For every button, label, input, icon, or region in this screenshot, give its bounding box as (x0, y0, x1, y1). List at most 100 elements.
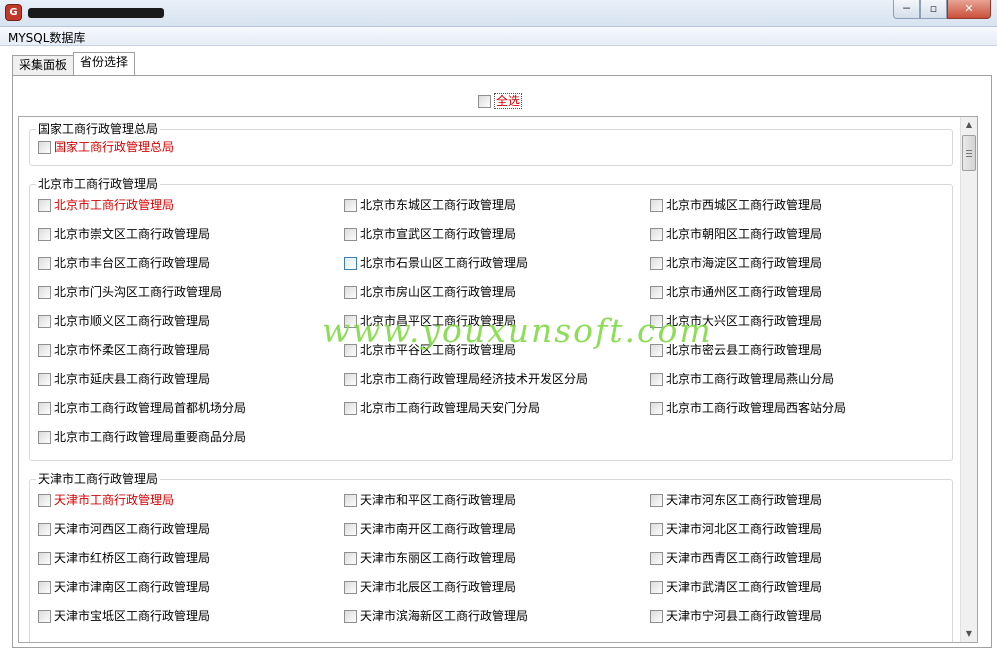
checkbox[interactable] (650, 580, 663, 594)
bureau-checkbox-item[interactable]: 天津市南开区工商行政管理局 (344, 521, 516, 537)
checkbox[interactable] (650, 372, 663, 386)
checkbox[interactable] (38, 609, 51, 623)
checkbox[interactable] (650, 522, 663, 536)
bureau-checkbox-item[interactable]: 北京市工商行政管理局西客站分局 (650, 400, 846, 416)
tab-collect-panel[interactable]: 采集面板 (12, 55, 75, 75)
bureau-checkbox-item[interactable]: 天津市和平区工商行政管理局 (344, 492, 516, 508)
scroll-down-arrow-icon[interactable]: ▼ (961, 626, 977, 642)
scroll-up-arrow-icon[interactable]: ▲ (961, 117, 977, 133)
checkbox[interactable] (38, 227, 51, 241)
bureau-checkbox-item[interactable]: 北京市顺义区工商行政管理局 (38, 313, 210, 329)
bureau-checkbox-item[interactable]: 北京市通州区工商行政管理局 (650, 284, 822, 300)
bureau-checkbox-item[interactable]: 天津市宝坻区工商行政管理局 (38, 608, 210, 624)
checkbox[interactable] (650, 198, 663, 212)
bureau-checkbox-item[interactable]: 北京市石景山区工商行政管理局 (344, 255, 528, 271)
checkbox[interactable] (38, 343, 51, 357)
select-all-checkbox[interactable]: 全选 (478, 93, 523, 109)
checkbox[interactable] (38, 522, 51, 536)
checkbox[interactable] (38, 140, 51, 154)
checkbox[interactable] (344, 609, 357, 623)
bureau-checkbox-item[interactable]: 北京市东城区工商行政管理局 (344, 197, 516, 213)
checkbox[interactable] (650, 493, 663, 507)
menu-item-mysql[interactable]: MYSQL数据库 (8, 29, 85, 46)
bureau-checkbox-item[interactable]: 北京市宣武区工商行政管理局 (344, 226, 516, 242)
checkbox[interactable] (344, 522, 357, 536)
bureau-checkbox-item[interactable]: 天津市河西区工商行政管理局 (38, 521, 210, 537)
select-all-checkbox-box[interactable] (478, 94, 491, 108)
checkbox[interactable] (38, 430, 51, 444)
checkbox[interactable] (650, 343, 663, 357)
checkbox[interactable] (38, 580, 51, 594)
checkbox[interactable] (650, 609, 663, 623)
bureau-list-scroll-area[interactable]: 国家工商行政管理总局 国家工商行政管理总局 北京市工商行政管理局 北京市工商行政管理局… (18, 116, 978, 643)
checkbox[interactable] (38, 285, 51, 299)
checkbox[interactable] (650, 285, 663, 299)
bureau-checkbox-item[interactable]: 北京市平谷区工商行政管理局 (344, 342, 516, 358)
bureau-checkbox-item[interactable]: 北京市工商行政管理局天安门分局 (344, 400, 540, 416)
checkbox[interactable] (38, 551, 51, 565)
bureau-checkbox-item[interactable]: 天津市北辰区工商行政管理局 (344, 579, 516, 595)
checkbox[interactable] (344, 401, 357, 415)
bureau-checkbox-item[interactable]: 天津市工商行政管理局 (38, 492, 174, 508)
checkbox[interactable] (344, 314, 357, 328)
bureau-checkbox-item[interactable]: 北京市工商行政管理局经济技术开发区分局 (344, 371, 588, 387)
bureau-checkbox-item[interactable]: 北京市工商行政管理局重要商品分局 (38, 429, 246, 445)
bureau-checkbox-label: 天津市津南区工商行政管理局 (54, 580, 211, 594)
bureau-checkbox-item[interactable]: 国家工商行政管理总局 (38, 139, 174, 155)
checkbox[interactable] (650, 401, 663, 415)
checkbox[interactable] (344, 580, 357, 594)
bureau-checkbox-item[interactable]: 天津市东丽区工商行政管理局 (344, 550, 516, 566)
vertical-scrollbar[interactable]: ▲ ▼ (960, 117, 977, 642)
checkbox[interactable] (38, 372, 51, 386)
tab-province-select[interactable]: 省份选择 (73, 52, 136, 75)
bureau-checkbox-item[interactable]: 北京市西城区工商行政管理局 (650, 197, 822, 213)
bureau-checkbox-label: 北京市通州区工商行政管理局 (666, 285, 823, 299)
bureau-checkbox-item[interactable]: 北京市朝阳区工商行政管理局 (650, 226, 822, 242)
close-button[interactable]: ✕ (947, 0, 991, 19)
bureau-checkbox-item[interactable]: 天津市河北区工商行政管理局 (650, 521, 822, 537)
bureau-checkbox-item[interactable]: 天津市红桥区工商行政管理局 (38, 550, 210, 566)
bureau-checkbox-item[interactable]: 北京市怀柔区工商行政管理局 (38, 342, 210, 358)
bureau-checkbox-item[interactable]: 天津市武清区工商行政管理局 (650, 579, 822, 595)
bureau-checkbox-item[interactable]: 天津市西青区工商行政管理局 (650, 550, 822, 566)
minimize-button[interactable]: ─ (893, 0, 920, 19)
checkbox[interactable] (650, 227, 663, 241)
checkbox[interactable] (650, 256, 663, 270)
bureau-checkbox-item[interactable]: 北京市工商行政管理局 (38, 197, 174, 213)
checkbox[interactable] (344, 551, 357, 565)
checkbox[interactable] (344, 256, 357, 270)
bureau-checkbox-label: 北京市工商行政管理局燕山分局 (666, 372, 835, 386)
checkbox[interactable] (38, 401, 51, 415)
checkbox[interactable] (344, 285, 357, 299)
bureau-checkbox-item[interactable]: 北京市密云县工商行政管理局 (650, 342, 822, 358)
checkbox[interactable] (38, 314, 51, 328)
bureau-checkbox-item[interactable]: 北京市工商行政管理局燕山分局 (650, 371, 834, 387)
checkbox[interactable] (344, 227, 357, 241)
bureau-checkbox-item[interactable]: 北京市大兴区工商行政管理局 (650, 313, 822, 329)
bureau-checkbox-item[interactable]: 北京市工商行政管理局首都机场分局 (38, 400, 246, 416)
bureau-checkbox-item[interactable]: 天津市滨海新区工商行政管理局 (344, 608, 528, 624)
bureau-checkbox-item[interactable]: 北京市门头沟区工商行政管理局 (38, 284, 222, 300)
bureau-checkbox-item[interactable]: 天津市河东区工商行政管理局 (650, 492, 822, 508)
checkbox[interactable] (38, 198, 51, 212)
checkbox[interactable] (38, 256, 51, 270)
maximize-button[interactable]: ▫ (920, 0, 947, 19)
scroll-thumb[interactable] (962, 135, 976, 171)
bureau-checkbox-item[interactable]: 天津市宁河县工商行政管理局 (650, 608, 822, 624)
bureau-checkbox-item[interactable]: 北京市海淀区工商行政管理局 (650, 255, 822, 271)
checkbox[interactable] (344, 198, 357, 212)
group-title: 天津市工商行政管理局 (36, 472, 161, 486)
bureau-checkbox-item[interactable]: 天津市津南区工商行政管理局 (38, 579, 210, 595)
checkbox[interactable] (650, 314, 663, 328)
bureau-checkbox-label: 天津市东丽区工商行政管理局 (360, 551, 517, 565)
checkbox[interactable] (344, 372, 357, 386)
bureau-checkbox-item[interactable]: 北京市房山区工商行政管理局 (344, 284, 516, 300)
bureau-checkbox-item[interactable]: 北京市延庆县工商行政管理局 (38, 371, 210, 387)
bureau-checkbox-item[interactable]: 北京市丰台区工商行政管理局 (38, 255, 210, 271)
bureau-checkbox-item[interactable]: 北京市崇文区工商行政管理局 (38, 226, 210, 242)
checkbox[interactable] (650, 551, 663, 565)
checkbox[interactable] (344, 343, 357, 357)
bureau-checkbox-item[interactable]: 北京市昌平区工商行政管理局 (344, 313, 516, 329)
checkbox[interactable] (38, 493, 51, 507)
checkbox[interactable] (344, 493, 357, 507)
